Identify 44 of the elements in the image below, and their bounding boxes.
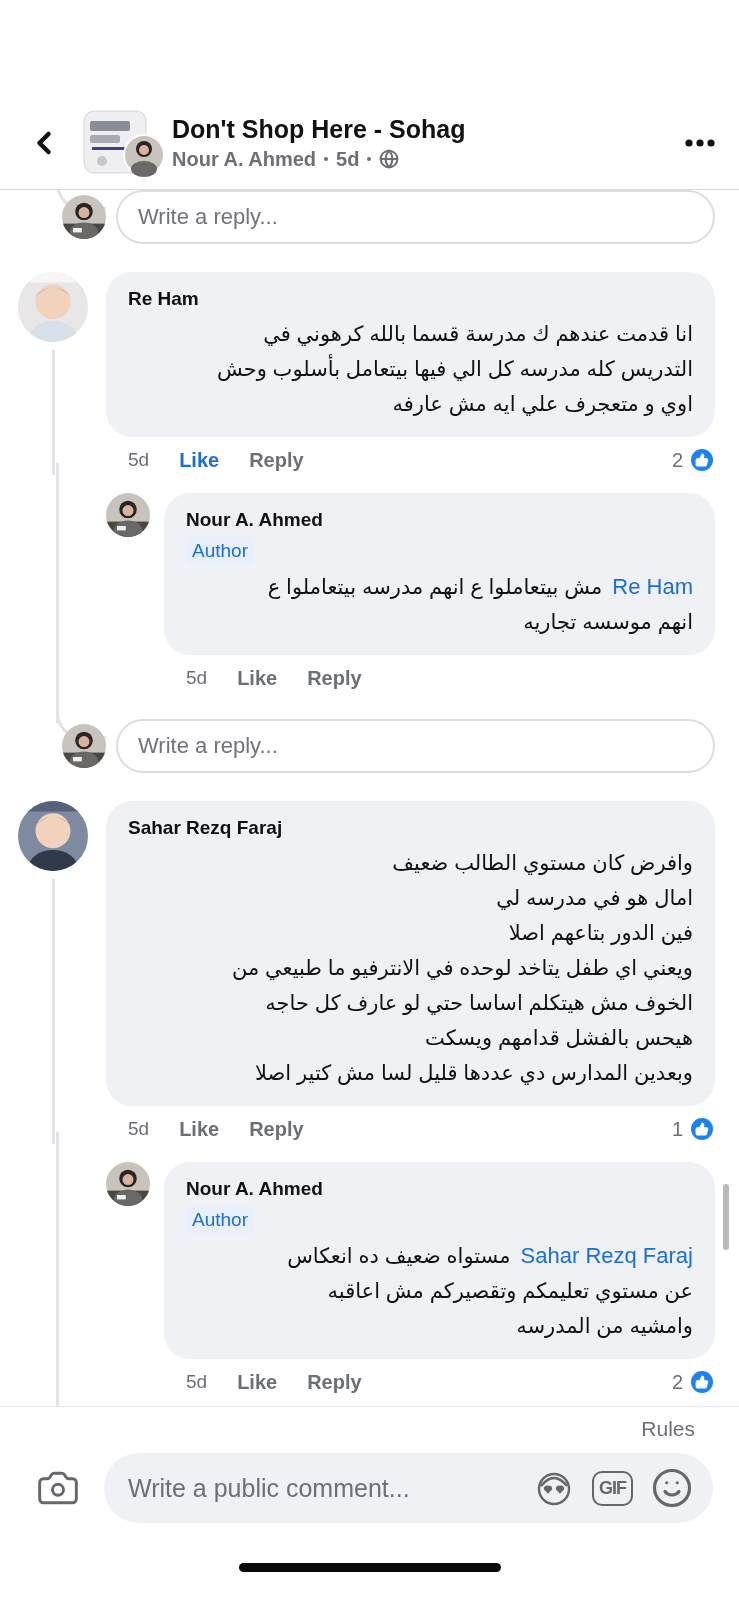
emoji-icon[interactable] (651, 1467, 693, 1509)
scrollbar (723, 1184, 729, 1250)
reply-field[interactable]: Write a reply... (116, 719, 715, 773)
more-icon (685, 138, 715, 147)
like-reaction-icon (689, 1116, 715, 1142)
commenter-name: Nour A. Ahmed (186, 1177, 323, 1201)
reaction-count: 1 (671, 1117, 683, 1141)
comment-time: 5d (186, 667, 208, 689)
comment-input[interactable]: Write a public comment... (126, 1472, 516, 1504)
post-time: 5d (336, 147, 360, 171)
reaction-count: 2 (671, 448, 683, 472)
like-button[interactable]: Like (237, 1370, 278, 1394)
mention-link[interactable]: Sahar Rezq Faraj (520, 1243, 693, 1268)
reply-button[interactable]: Reply (249, 448, 304, 472)
commenter-name: Sahar Rezq Faraj (128, 816, 283, 840)
post-author: Nour A. Ahmed (172, 147, 317, 171)
like-button[interactable]: Like (179, 448, 220, 472)
commenter-name: Nour A. Ahmed (186, 508, 323, 532)
commenter-name: Re Ham (128, 287, 199, 311)
comment-text: وافرض كان مستوي الطالب ضعيف امال هو في مدرسه لي فين الدور بتاعهم اصلا ويعني اي طفل يتاخد لوحده في الانترفيو ما طبيعي من الخوف مش هيتكلم اساسا حتي لو عارف كل حاجه هيحس بالفشل قدامهم ويسكت وبعدين المدارس دي عددها قليل لسا مش كتير اصلا (230, 850, 693, 1087)
comment-field[interactable]: Write a public comment... GIF (104, 1453, 713, 1523)
page-title: Don't Shop Here - Sohag (172, 114, 467, 144)
like-reaction-icon (689, 447, 715, 473)
comment-time: 5d (128, 449, 150, 471)
gif-button[interactable]: GIF (592, 1470, 633, 1506)
like-button[interactable]: Like (179, 1117, 220, 1141)
comment-text: انا قدمت عندهم ك مدرسة قسما بالله كرهوني في التدريس كله مدرسه كل الي فيها بيتعامل بأسلوب وحش اوي و متعجرف علي ايه مش عارفه (215, 321, 693, 418)
like-reaction-icon (689, 1369, 715, 1395)
author-badge: Author (186, 537, 254, 565)
separator-dot-icon (367, 157, 372, 161)
reaction-count: 2 (671, 1370, 683, 1394)
comment-time: 5d (186, 1371, 208, 1393)
reply-button[interactable]: Reply (307, 1370, 362, 1394)
more-button[interactable] (685, 138, 715, 147)
separator-dot-icon (324, 157, 329, 161)
reply-button[interactable]: Reply (307, 666, 362, 690)
comment-time: 5d (128, 1118, 150, 1140)
like-button[interactable]: Like (237, 666, 278, 690)
author-badge: Author (186, 1206, 254, 1234)
reply-button[interactable]: Reply (249, 1117, 304, 1141)
globe-icon (379, 149, 400, 169)
rules-link[interactable]: Rules (641, 1417, 695, 1441)
reply-field[interactable]: Write a reply... (116, 190, 715, 244)
mention-link[interactable]: Re Ham (612, 574, 693, 599)
